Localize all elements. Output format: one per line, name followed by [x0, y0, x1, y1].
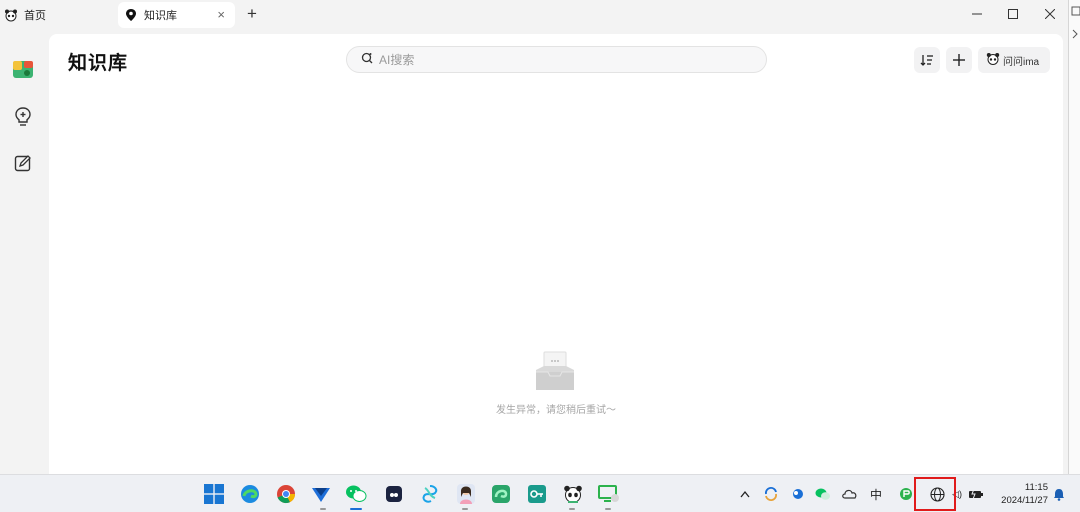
tab-home-label: 首页 [24, 10, 46, 22]
show-hidden-icons-chevron-icon[interactable] [737, 486, 753, 502]
close-window-button[interactable] [1042, 6, 1058, 22]
battery-icon[interactable] [968, 486, 984, 502]
system-clock[interactable]: 11:15 2024/11/27 [994, 481, 1048, 507]
clock-date: 2024/11/27 [1001, 495, 1048, 506]
wechat-icon[interactable] [345, 483, 367, 505]
minimize-button[interactable] [969, 6, 985, 22]
lightbulb-icon[interactable] [11, 105, 35, 129]
avatar-app-icon[interactable] [455, 483, 477, 505]
empty-box-illustration [535, 350, 575, 394]
edit-icon[interactable] [11, 151, 35, 175]
tab-knowledge-base-label: 知识库 [144, 10, 177, 22]
onedrive-icon[interactable] [842, 486, 858, 502]
maximize-button[interactable] [1005, 6, 1021, 22]
cloud-app-icon[interactable] [790, 486, 806, 502]
sync-icon[interactable] [763, 486, 779, 502]
key-app-icon[interactable] [526, 483, 548, 505]
title-bar: 首页 知识库 × + [0, 0, 1068, 30]
ime-indicator[interactable]: 中 [868, 486, 884, 502]
highlight-annotation-box [914, 477, 956, 511]
windows-start-icon[interactable] [203, 483, 225, 505]
dark-app-icon[interactable] [383, 483, 405, 505]
notification-bell-icon[interactable] [1051, 486, 1067, 502]
wechat-tray-icon[interactable] [815, 486, 831, 502]
taskbar: 中 ◁) 11:15 2024/11/27 [0, 474, 1080, 512]
panda-app-icon[interactable] [562, 483, 584, 505]
green-app-icon[interactable] [898, 486, 914, 502]
running-indicator [320, 508, 326, 510]
sort-icon [920, 55, 933, 66]
add-button[interactable] [946, 47, 972, 73]
ai-search-icon [361, 51, 373, 69]
bird-app-icon[interactable] [310, 483, 332, 505]
new-tab-button[interactable]: + [244, 4, 260, 24]
page-title: 知识库 [68, 53, 129, 74]
edge-dev-icon[interactable] [490, 483, 512, 505]
knowledge-base-icon[interactable] [11, 57, 35, 81]
search-box[interactable] [346, 46, 767, 73]
spiral-app-icon[interactable] [419, 483, 441, 505]
ask-ima-label: 问问ima [1003, 56, 1040, 68]
map-pin-icon [124, 8, 138, 22]
main-panel: 知识库 问问ima [49, 34, 1063, 474]
tab-home[interactable]: 首页 [4, 2, 112, 28]
error-message: 发生异常，请您稍后重试～ [496, 405, 616, 416]
plus-icon [953, 54, 965, 66]
adjacent-window-icons [1071, 6, 1080, 39]
search-input[interactable] [379, 52, 759, 67]
active-app-indicator [350, 508, 362, 510]
clock-time: 11:15 [1024, 482, 1048, 493]
sort-button[interactable] [914, 47, 940, 73]
running-indicator [605, 508, 611, 510]
close-tab-icon[interactable]: × [217, 8, 225, 21]
edge-icon[interactable] [239, 483, 261, 505]
running-indicator [462, 508, 468, 510]
tab-knowledge-base[interactable]: 知识库 × [118, 2, 235, 28]
ask-ima-button[interactable]: 问问ima [978, 47, 1050, 73]
panda-icon [4, 8, 18, 22]
chrome-icon[interactable] [275, 483, 297, 505]
adjacent-window-edge [1068, 0, 1080, 474]
panda-icon [986, 52, 1000, 68]
running-indicator [569, 508, 575, 510]
left-rail [0, 30, 48, 474]
monitor-app-icon[interactable] [598, 483, 620, 505]
